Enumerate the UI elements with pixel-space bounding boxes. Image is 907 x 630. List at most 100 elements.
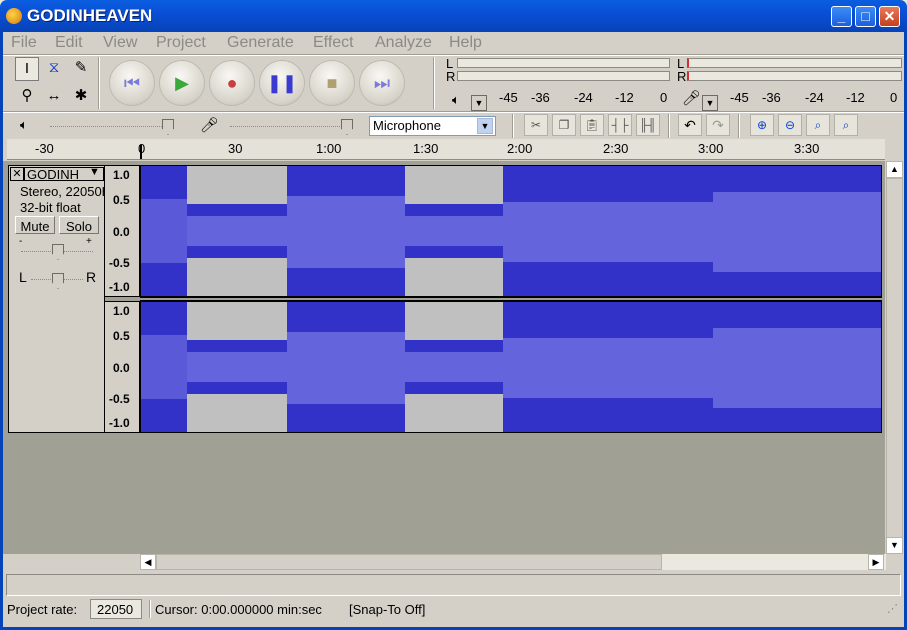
menu-help[interactable]: Help (449, 34, 482, 52)
waveform-rms (187, 352, 287, 382)
pan-left-label: L (19, 269, 27, 285)
pan-slider[interactable] (52, 273, 64, 289)
record-tick: -24 (805, 90, 824, 105)
microphone-icon[interactable]: 🎤︎ (682, 89, 701, 107)
app-icon[interactable] (6, 8, 22, 24)
output-volume-track[interactable] (50, 126, 170, 127)
channel-right-scale: 1.0 0.5 0.0 -0.5 -1.0 (105, 301, 140, 433)
zoom-in-icon[interactable]: ⊕ (750, 114, 774, 136)
record-meter-menu-icon[interactable]: ▼ (702, 95, 718, 111)
record-tick: -12 (846, 90, 865, 105)
playback-meter-right[interactable] (457, 71, 670, 81)
playback-meter-menu-icon[interactable]: ▼ (471, 95, 487, 111)
track-close-icon[interactable]: ✕ (10, 167, 24, 181)
playback-tick: -36 (531, 90, 550, 105)
play-button[interactable]: ▶ (160, 61, 204, 105)
solo-label: Solo (65, 219, 93, 234)
input-volume-track[interactable] (230, 126, 350, 127)
resize-grip-icon[interactable]: ⋰ (887, 602, 898, 615)
maximize-button[interactable]: □ (855, 6, 876, 27)
redo-icon[interactable]: ↷ (706, 114, 730, 136)
record-button[interactable]: ● (210, 61, 254, 105)
snap-status: [Snap-To Off] (349, 602, 426, 617)
horizontal-scrollbar[interactable]: ◀ ▶ (140, 554, 886, 570)
solo-button[interactable]: Solo (59, 216, 99, 234)
selection-tool-icon[interactable]: I (15, 57, 39, 81)
status-divider (149, 600, 151, 618)
speaker-icon[interactable]: 🔈︎ (452, 92, 460, 108)
stop-button[interactable]: ■ (310, 61, 354, 105)
waveform-rms (141, 335, 187, 399)
ruler-label: 30 (228, 141, 243, 156)
project-rate-field[interactable]: 22050 (90, 599, 142, 619)
chevron-down-icon: ▼ (89, 166, 100, 178)
scale-label: 0.5 (113, 193, 130, 207)
record-meter-right[interactable] (687, 71, 902, 81)
close-button[interactable]: ✕ (879, 6, 900, 27)
waveform-rms (287, 196, 405, 268)
pan-right-label: R (86, 269, 97, 285)
playback-tick: 0 (660, 90, 668, 105)
ruler-label: 2:00 (507, 141, 533, 156)
toolbar-divider (98, 57, 100, 109)
menu-generate[interactable]: Generate (227, 34, 294, 52)
cursor-position: Cursor: 0:00.000000 min:sec (155, 602, 322, 617)
menu-effect[interactable]: Effect (313, 34, 354, 52)
menu-project[interactable]: Project (156, 34, 206, 52)
scroll-left-icon[interactable]: ◀ (140, 554, 156, 570)
skip-to-start-button[interactable]: ⏮ (110, 61, 154, 105)
playback-meter-left[interactable] (457, 58, 670, 68)
envelope-tool-icon[interactable]: ⧖ (42, 57, 66, 81)
track-name-menu[interactable]: GODINH ▼ (24, 166, 104, 182)
output-volume-icon: 🔈︎ (20, 117, 28, 132)
scroll-down-icon[interactable]: ▼ (886, 537, 903, 554)
menu-edit[interactable]: Edit (55, 34, 83, 52)
multi-tool-icon[interactable]: ✱ (69, 85, 93, 109)
menu-analyze[interactable]: Analyze (375, 34, 432, 52)
fit-project-icon[interactable]: ⌕ (834, 114, 858, 136)
waveform-channel-right[interactable] (140, 301, 882, 433)
pause-button[interactable]: ❚❚ (260, 61, 304, 105)
project-rate-value: 22050 (97, 602, 134, 617)
trim-icon[interactable]: ┤├ (608, 114, 632, 136)
waveform-channel-left[interactable] (140, 165, 882, 297)
copy-icon[interactable]: ❐ (552, 114, 576, 136)
scroll-right-icon[interactable]: ▶ (868, 554, 884, 570)
scale-label: -0.5 (109, 256, 130, 270)
scale-label: 1.0 (113, 168, 130, 182)
silence-icon[interactable]: ╟╢ (636, 114, 660, 136)
zoom-tool-icon[interactable]: ⚲ (15, 85, 39, 109)
timeline-ruler[interactable]: -30 0 30 1:00 1:30 2:00 2:30 3:00 3:30 (7, 139, 885, 160)
status-bar: Project rate: 22050 Cursor: 0:00.000000 … (3, 598, 904, 620)
vertical-scroll-thumb[interactable] (886, 178, 903, 538)
scale-label: -1.0 (109, 280, 130, 294)
undo-icon[interactable]: ↶ (678, 114, 702, 136)
skip-to-end-button[interactable]: ⏭ (360, 61, 404, 105)
ruler-label: 3:30 (794, 141, 820, 156)
menu-file[interactable]: File (11, 34, 37, 52)
toolbar-divider (738, 114, 740, 138)
minimize-button[interactable]: _ (831, 6, 852, 27)
record-meter-left[interactable] (687, 58, 902, 68)
waveform-rms (141, 199, 187, 263)
scroll-up-icon[interactable]: ▲ (886, 161, 903, 178)
playback-tick: -24 (574, 90, 593, 105)
fit-selection-icon[interactable]: ⌕ (806, 114, 830, 136)
ruler-label: 3:00 (698, 141, 724, 156)
track-control-panel: ✕ GODINH ▼ Stereo, 22050Hz 32-bit float … (8, 165, 118, 433)
chevron-down-icon[interactable]: ▼ (477, 118, 493, 134)
scale-label: 0.0 (113, 361, 130, 375)
paste-icon[interactable]: 📋︎ (580, 114, 604, 136)
cut-icon[interactable]: ✂ (524, 114, 548, 136)
timeshift-tool-icon[interactable]: ↔ (42, 85, 66, 109)
horizontal-scroll-thumb[interactable] (156, 554, 662, 570)
mute-button[interactable]: Mute (15, 216, 55, 234)
record-tick: -45 (730, 90, 749, 105)
zoom-out-icon[interactable]: ⊖ (778, 114, 802, 136)
draw-tool-icon[interactable]: ✎ (69, 57, 93, 81)
vertical-scrollbar[interactable]: ▲ ▼ (886, 161, 903, 554)
menu-view[interactable]: View (103, 34, 137, 52)
waveform-rms (405, 352, 503, 382)
scale-label: 0.0 (113, 225, 130, 239)
gain-slider[interactable] (52, 244, 64, 260)
